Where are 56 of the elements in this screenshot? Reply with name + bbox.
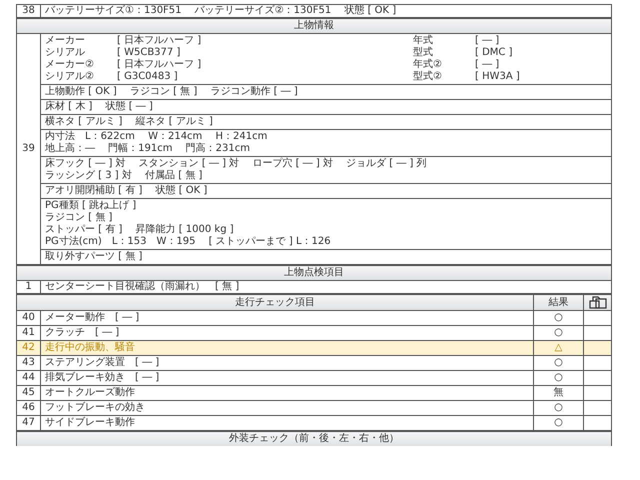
table-cell: ステアリング装置 [ ― ] (40, 356, 534, 371)
row-number: 43 (16, 356, 40, 371)
text-line: 床材 [ 木 ] 状態 [ ― ] (45, 101, 154, 113)
row-number: 38 (16, 4, 40, 18)
column-header: 結果 (534, 294, 584, 311)
field-value: [ ― ] (475, 35, 500, 47)
field-value: [ G3C0483 ] (117, 71, 179, 83)
field-value: [ W5CB377 ] (117, 47, 182, 58)
result-cell: 無 (534, 386, 584, 401)
text-line: 床フック [ ― ] 対 スタンション [ ― ] 対 ロープ穴 [ ― ] 対 ジョルダ [ ― ] 列 (45, 158, 428, 170)
text-line: 横ネタ [ アルミ ] 縦ネタ [ アルミ ] (45, 116, 214, 128)
result-cell: ○ (534, 370, 584, 386)
table-cell: メーター動作 [ ― ] (40, 310, 534, 326)
field-label: メーカー (45, 35, 86, 47)
result-cell: △ (534, 340, 584, 356)
text-line: PG種類 [ 跳ね上げ ] (45, 200, 138, 212)
text-line: ラジコン [ 無 ] (45, 212, 114, 224)
text-line: PG寸法(cm) L：153 W：195 [ ストッパーまで ] L：126 (45, 236, 332, 248)
field-label: 型式 (413, 47, 434, 58)
result-cell: ○ (534, 400, 584, 416)
table-cell: オートクルーズ動作 (40, 386, 534, 401)
table-cell: 排気ブレーキ効き [ ― ] (40, 370, 534, 386)
text-line: 上物動作 [ OK ] ラジコン [ 無 ] ラジコン動作 [ ― ] (45, 86, 299, 98)
text-line: ストッパー [ 有 ] 昇降能力 [ 1000 kg ] (45, 224, 235, 236)
section-header: 上物点検項目 (16, 266, 612, 280)
field-value: [ HW3A ] (475, 71, 521, 83)
field-label: 型式② (413, 71, 443, 83)
field-label: 年式 (413, 35, 434, 46)
table-cell: バッテリーサイズ①：130F51 バッテリーサイズ②：130F51 状態 [ OK ] (40, 4, 612, 18)
text-line: ラッシング [ 3 ] 対 付属品 [ 無 ] (45, 170, 204, 182)
row-number: 42 (16, 340, 40, 356)
text-line: 地上高：― 門幅：191cm 門高：231cm (45, 143, 252, 155)
table-cell: フットブレーキの効き (40, 400, 534, 416)
field-value: [ ― ] (475, 59, 500, 71)
table-cell: 走行中の振動、騒音 (40, 340, 534, 356)
row-number: 39 (16, 34, 40, 264)
field-label: 年式② (413, 59, 443, 70)
copy-icon[interactable] (588, 296, 608, 309)
text-line: 内寸法 L：622cm W：214cm H：241cm (45, 131, 268, 142)
row-number: 45 (16, 386, 40, 401)
field-value: [ 日本フルハーフ ] (117, 59, 202, 71)
text-line: アオリ開閉補助 [ 有 ] 状態 [ OK ] (45, 185, 208, 197)
field-value: [ DMC ] (475, 47, 514, 59)
section-header: 外装チェック（前・後・左・右・他） (16, 432, 612, 446)
field-value: [ 日本フルハーフ ] (117, 35, 202, 47)
field-label: メーカー② (45, 59, 95, 71)
result-cell: ○ (534, 310, 584, 326)
field-label: シリアル (45, 47, 86, 59)
field-label: シリアル② (45, 71, 95, 83)
result-cell: ○ (534, 356, 584, 371)
section-header: 走行チェック項目 (16, 294, 534, 311)
section-header: 上物情報 (16, 18, 612, 34)
row-number: 40 (16, 310, 40, 326)
text-line: 取り外すパーツ [ 無 ] (45, 251, 144, 263)
row-number: 44 (16, 370, 40, 386)
row-number: 46 (16, 400, 40, 416)
